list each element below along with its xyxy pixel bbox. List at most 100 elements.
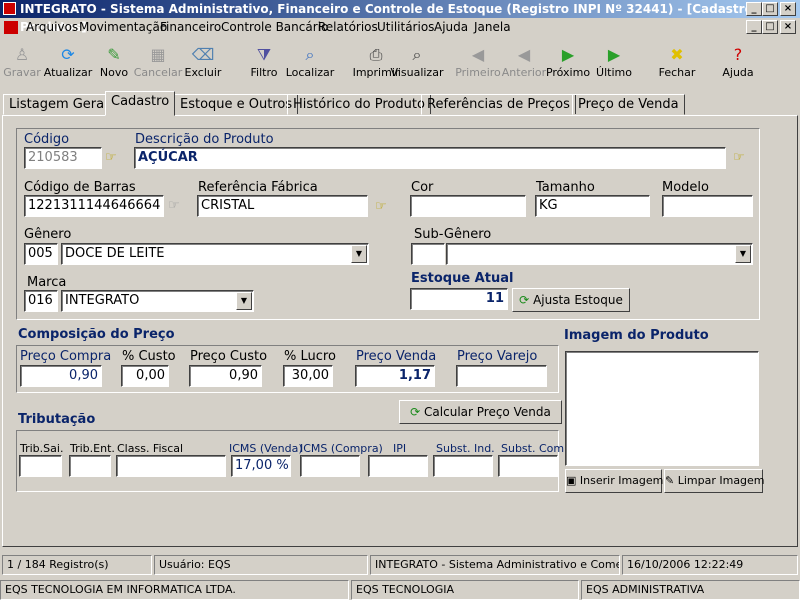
ref-label: Referência Fábrica [198, 180, 318, 195]
trib-title: Tributação [18, 412, 96, 427]
chevron-down-icon[interactable]: ▼ [351, 245, 367, 263]
marca-select[interactable]: INTEGRATO ▼ [61, 290, 254, 312]
menu-movimentacao[interactable]: Movimentação [79, 18, 167, 37]
descricao-label: Descrição do Produto [135, 132, 274, 147]
menu-utilitarios[interactable]: Utilitários [377, 18, 434, 37]
close-icon: ✖ [670, 45, 684, 64]
cor-field[interactable] [410, 195, 526, 217]
tab-historico-produto[interactable]: Histórico do Produto [287, 94, 431, 115]
genero-label: Gênero [24, 227, 72, 242]
child-minimize-button[interactable]: _ [746, 20, 762, 34]
tamanho-field[interactable]: KG [535, 195, 650, 217]
toolbar-excluir-button[interactable]: ⌫ Excluir [175, 44, 231, 88]
pick-codigo-icon[interactable]: ☞ [105, 150, 117, 165]
preview-icon: ⌕ [412, 45, 422, 64]
descricao-field[interactable]: AÇÚCAR [134, 147, 726, 169]
toolbar-label: Próximo [545, 66, 591, 79]
menu-arquivos[interactable]: Arquivos [26, 18, 78, 37]
tab-preco-venda[interactable]: Preço de Venda [572, 94, 685, 115]
calcular-preco-button[interactable]: ⟳ Calcular Preço Venda [399, 400, 562, 424]
doc-icon [4, 21, 18, 34]
status-company: EQS TECNOLOGIA EM INFORMATICA LTDA. [0, 580, 349, 600]
preco-varejo-field[interactable] [456, 365, 547, 387]
preco-custo-label: Preço Custo [190, 349, 268, 364]
toolbar-ultimo-button[interactable]: ▶ Último [586, 44, 642, 88]
toolbar-label: Ajuda [722, 66, 754, 79]
toolbar-label: Último [596, 66, 632, 79]
ipi-field[interactable] [368, 455, 428, 477]
pick-ref-icon[interactable]: ☞ [375, 199, 387, 214]
child-restore-button[interactable]: □ [762, 20, 778, 34]
ref-field[interactable]: CRISTAL [197, 195, 368, 217]
genero-select[interactable]: DOCE DE LEITE ▼ [61, 243, 369, 265]
marca-code-field[interactable]: 016 [24, 290, 58, 312]
menu-controle-bancario[interactable]: Controle Bancário [221, 18, 328, 37]
icms-venda-field[interactable]: 17,00 % [231, 455, 291, 477]
chevron-down-icon[interactable]: ▼ [236, 292, 252, 310]
status-system: INTEGRATO - Sistema Administrativo e Com… [370, 555, 620, 575]
lucro-pct-field[interactable]: 30,00 [283, 365, 333, 387]
toolbar-localizar-button[interactable]: ⌕ Localizar [282, 44, 338, 88]
limpar-imagem-button[interactable]: ✎ Limpar Imagem [664, 469, 765, 493]
ipi-label: IPI [393, 442, 407, 455]
toolbar-ajuda-button[interactable]: ? Ajuda [710, 44, 766, 88]
preco-custo-field[interactable]: 0,90 [189, 365, 262, 387]
modelo-label: Modelo [662, 180, 709, 195]
subgenero-code-field[interactable] [411, 243, 445, 265]
pick-barras-icon[interactable]: ☞ [168, 198, 180, 213]
minimize-button[interactable]: _ [746, 2, 762, 16]
menu-janela[interactable]: Janela [474, 18, 511, 37]
codigo-field[interactable]: 210583 [24, 147, 102, 169]
barras-label: Código de Barras [24, 180, 136, 195]
icms-compra-label: ICMS (Compra) [300, 442, 383, 455]
imagem-title: Imagem do Produto [564, 328, 709, 343]
chevron-down-icon[interactable]: ▼ [735, 245, 751, 263]
toolbar-fechar-button[interactable]: ✖ Fechar [649, 44, 705, 88]
menu-financeiro[interactable]: Financeiro [160, 18, 221, 37]
tab-referencias-precos[interactable]: Referências de Preços [421, 94, 576, 115]
menu-bar: Arquivos Movimentação Financeiro Control… [0, 18, 800, 37]
status-datetime: 16/10/2006 12:22:49 [622, 555, 798, 575]
refresh-icon: ⟳ [410, 405, 421, 419]
trib-sai-field[interactable] [19, 455, 62, 477]
genero-code-field[interactable]: 005 [24, 243, 58, 265]
subgenero-select[interactable]: ▼ [446, 243, 753, 265]
toolbar-label: Filtro [250, 66, 278, 79]
status-user: Usuário: EQS [154, 555, 368, 575]
menu-ajuda[interactable]: Ajuda [434, 18, 468, 37]
delete-icon: ⌫ [191, 45, 215, 64]
imagem-box [565, 351, 759, 466]
refresh-icon: ⟳ [519, 293, 530, 307]
maximize-button[interactable]: □ [762, 2, 778, 16]
toolbar-label: Localizar [285, 66, 335, 79]
tab-listagem-geral[interactable]: Listagem Geral [3, 94, 114, 115]
inserir-imagem-button[interactable]: ▣ Inserir Imagem [565, 469, 664, 493]
inserir-imagem-label: Inserir Imagem [579, 474, 664, 487]
child-close-button[interactable]: × [780, 20, 796, 34]
close-window-button[interactable]: × [780, 2, 796, 16]
pick-descricao-icon[interactable]: ☞ [733, 150, 745, 165]
icms-compra-field[interactable] [300, 455, 360, 477]
ajusta-estoque-button[interactable]: ⟳ Ajusta Estoque [512, 288, 630, 312]
menu-relatorios[interactable]: Relatórios [318, 18, 378, 37]
status-records: 1 / 184 Registro(s) [2, 555, 152, 575]
title-bar: INTEGRATO - Sistema Administrativo, Fina… [0, 0, 800, 34]
barras-field[interactable]: 1221311144646664 [24, 195, 164, 217]
tab-cadastro[interactable]: Cadastro [105, 91, 176, 116]
lucro-pct-label: % Lucro [284, 349, 336, 364]
estoque-label: Estoque Atual [411, 271, 514, 286]
status-administrativa: EQS ADMINISTRATIVA [581, 580, 800, 600]
subst-ind-field[interactable] [433, 455, 493, 477]
custo-pct-field[interactable]: 0,00 [121, 365, 169, 387]
toolbar-label: Excluir [184, 66, 222, 79]
subst-com-field[interactable] [498, 455, 558, 477]
modelo-field[interactable] [662, 195, 753, 217]
tab-estoque-outros[interactable]: Estoque e Outros [174, 94, 299, 115]
preco-venda-label: Preço Venda [356, 349, 437, 364]
ajusta-estoque-label: Ajusta Estoque [533, 293, 623, 307]
preco-compra-field[interactable]: 0,90 [20, 365, 102, 387]
preco-venda-field[interactable]: 1,17 [355, 365, 435, 387]
trib-ent-field[interactable] [69, 455, 111, 477]
class-fiscal-field[interactable] [116, 455, 226, 477]
toolbar-visualizar-button[interactable]: ⌕ Visualizar [389, 44, 445, 88]
